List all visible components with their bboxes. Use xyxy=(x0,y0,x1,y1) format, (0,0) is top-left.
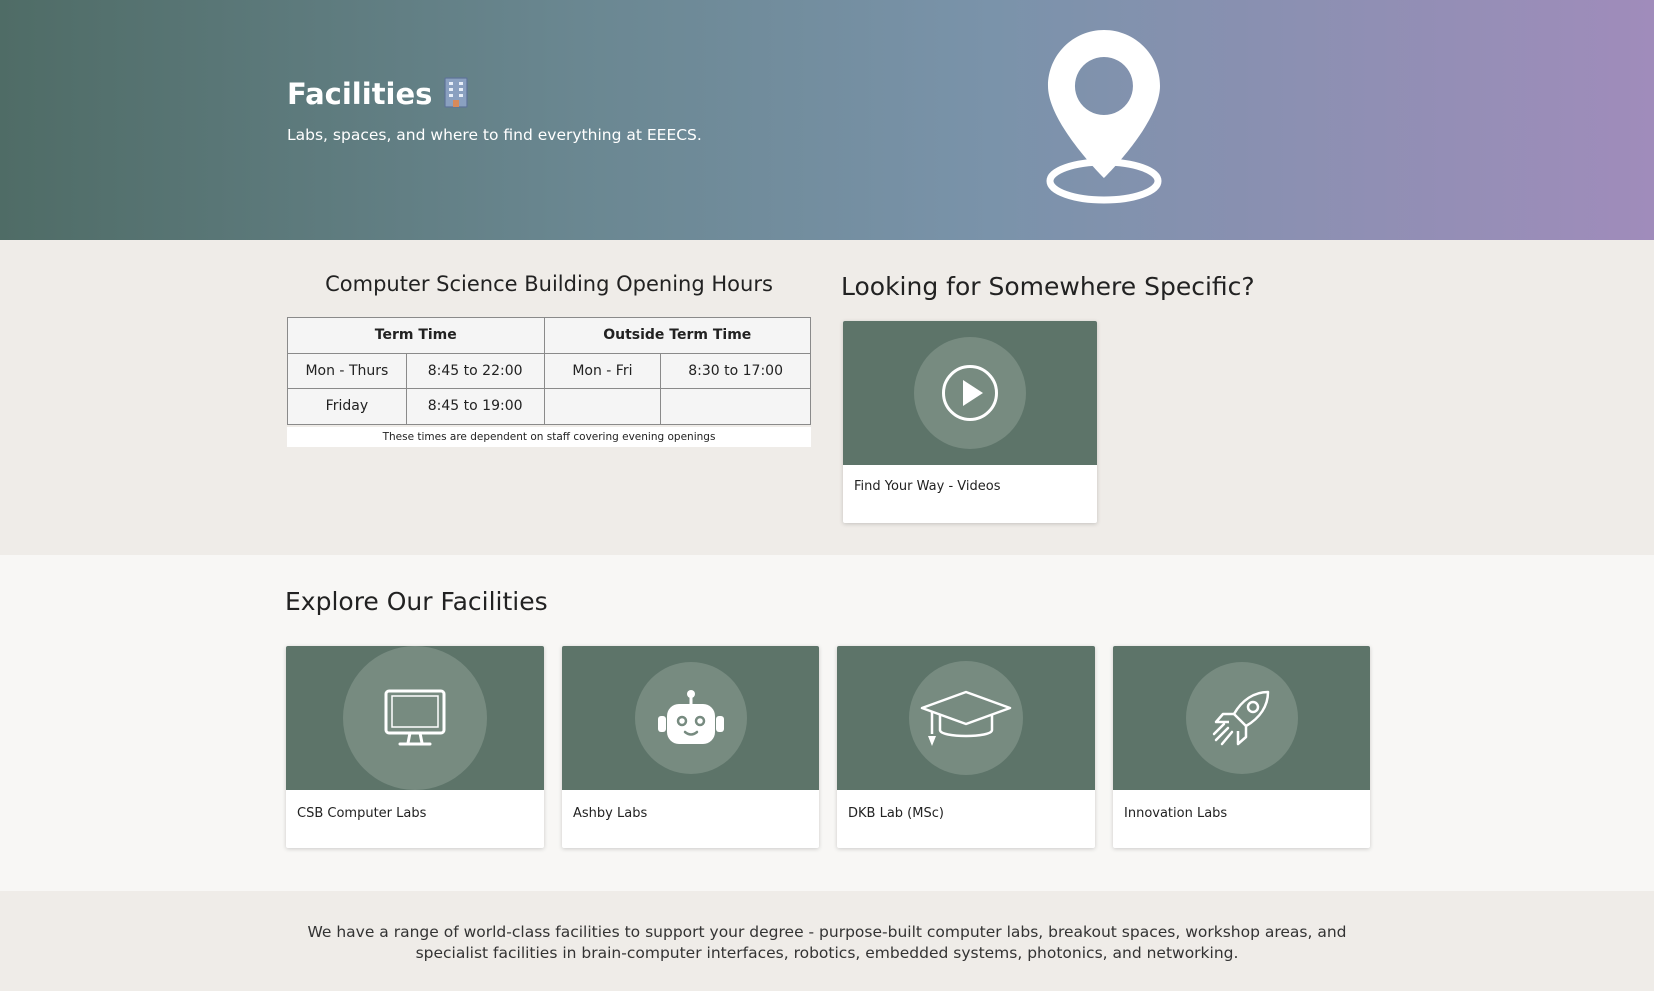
card-label: Innovation Labs xyxy=(1124,806,1228,821)
card-media xyxy=(1113,646,1370,790)
facility-card-dkb-lab[interactable]: DKB Lab (MSc) xyxy=(837,646,1095,848)
specific-section-title: Looking for Somewhere Specific? xyxy=(841,272,1255,301)
play-icon xyxy=(942,365,998,421)
card-label: DKB Lab (MSc) xyxy=(848,806,944,821)
map-pin-icon xyxy=(1046,30,1162,204)
card-media xyxy=(562,646,819,790)
opening-hours-note: These times are dependent on staff cover… xyxy=(287,427,811,447)
card-label: Ashby Labs xyxy=(573,806,648,821)
graduation-cap-icon xyxy=(920,690,1012,746)
opening-hours-title: Computer Science Building Opening Hours xyxy=(325,272,773,296)
explore-section xyxy=(0,555,1654,891)
hero-subtitle: Labs, spaces, and where to find everythi… xyxy=(287,126,702,144)
card-media xyxy=(843,321,1097,465)
table-header-row: Term Time Outside Term Time xyxy=(287,317,812,354)
card-label: Find Your Way - Videos xyxy=(854,479,1001,494)
table-cell xyxy=(543,388,662,425)
card-media xyxy=(286,646,544,790)
card-icon-circle xyxy=(343,646,487,790)
card-icon-circle xyxy=(1185,662,1298,774)
table-cell: Mon - Thurs xyxy=(287,352,407,389)
table-row: Friday 8:45 to 19:00 xyxy=(287,388,811,425)
card-icon-circle xyxy=(909,661,1023,775)
table-cell xyxy=(660,388,811,425)
card-label: CSB Computer Labs xyxy=(297,806,427,821)
table-row: Mon - Thurs 8:45 to 22:00 Mon - Fri 8:30… xyxy=(287,352,811,389)
explore-section-title: Explore Our Facilities xyxy=(285,587,548,616)
office-building-icon xyxy=(442,76,470,108)
column-header-term-time: Term Time xyxy=(287,317,545,354)
facility-card-ashby-labs[interactable]: Ashby Labs xyxy=(562,646,819,848)
monitor-icon xyxy=(384,689,446,746)
table-cell: 8:30 to 17:00 xyxy=(660,352,811,389)
card-icon-circle xyxy=(914,337,1026,449)
card-icon-circle xyxy=(634,662,747,774)
facilities-description: We have a range of world-class facilitie… xyxy=(307,923,1347,962)
opening-hours-table: Term Time Outside Term Time Mon - Thurs … xyxy=(287,317,812,425)
table-cell: 8:45 to 22:00 xyxy=(405,352,545,389)
column-header-outside-term-time: Outside Term Time xyxy=(543,317,812,354)
facility-card-csb-computer-labs[interactable]: CSB Computer Labs xyxy=(286,646,544,848)
page-title-text: Facilities xyxy=(287,77,433,111)
table-cell: Friday xyxy=(287,388,407,425)
card-media xyxy=(837,646,1095,790)
rocket-icon xyxy=(1212,690,1269,746)
find-your-way-card[interactable]: Find Your Way - Videos xyxy=(843,321,1097,523)
table-cell: 8:45 to 19:00 xyxy=(405,388,545,425)
page-title: Facilities xyxy=(287,76,470,111)
table-cell: Mon - Fri xyxy=(543,352,662,389)
facility-card-innovation-labs[interactable]: Innovation Labs xyxy=(1113,646,1370,848)
robot-icon xyxy=(657,690,724,744)
hero-banner: Facilities Labs, spaces, and where to fi… xyxy=(0,0,1654,240)
